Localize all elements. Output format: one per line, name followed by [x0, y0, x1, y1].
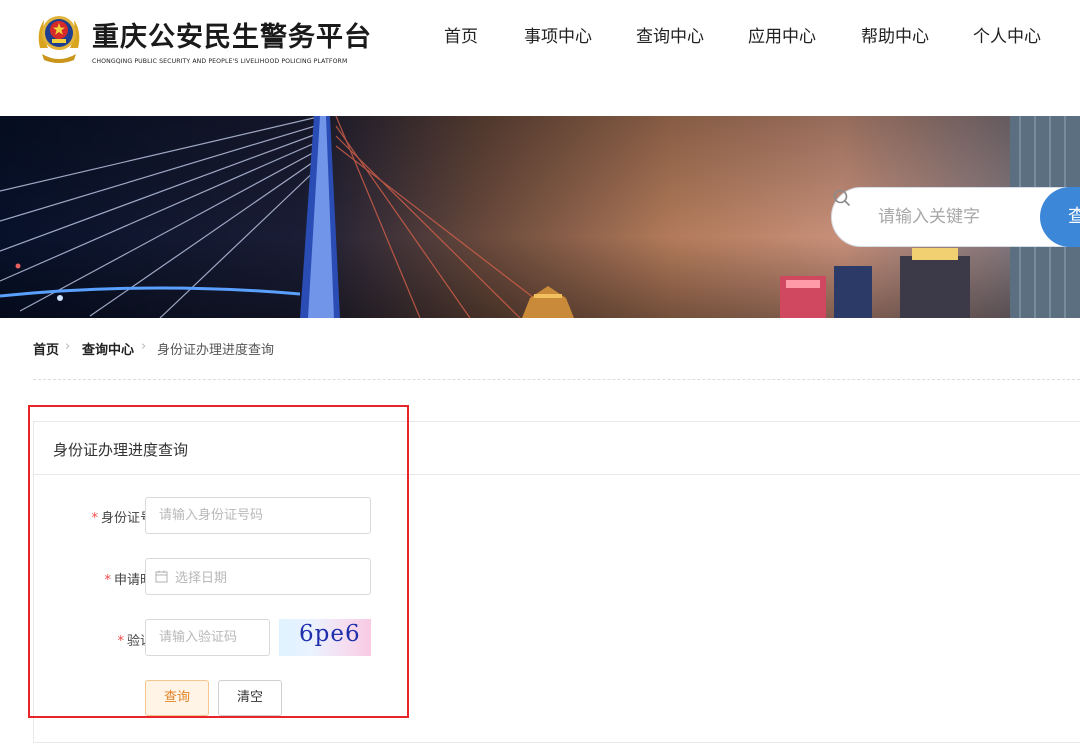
calendar-icon: [155, 570, 168, 583]
captcha-image[interactable]: 6pe6: [279, 619, 371, 656]
required-mark: *: [117, 634, 124, 649]
platform-subtitle: CHONGQING PUBLIC SECURITY AND PEOPLE'S L…: [92, 58, 348, 65]
captcha-text: 6pe6: [299, 621, 361, 647]
nav-help-center[interactable]: 帮助中心: [861, 22, 929, 47]
breadcrumb-home[interactable]: 首页: [33, 339, 59, 358]
chevron-right-icon: ›: [65, 339, 71, 354]
nav-personal-center[interactable]: 个人中心: [973, 22, 1041, 47]
card-header: 身份证办理进度查询: [34, 422, 1080, 475]
form-row-id: * 身份证号码: [34, 496, 434, 536]
breadcrumb-query-center[interactable]: 查询中心: [82, 339, 134, 358]
nav-application-center[interactable]: 应用中心: [748, 22, 816, 47]
required-mark: *: [91, 511, 98, 526]
query-button[interactable]: 查询: [145, 680, 209, 716]
captcha-input[interactable]: [145, 619, 270, 656]
form-row-captcha: *验证码 6pe6: [34, 619, 434, 659]
nav-matters-center[interactable]: 事项中心: [524, 22, 592, 47]
form-row-date: * 申请时间: [34, 558, 434, 598]
divider: [33, 379, 1080, 380]
id-number-input[interactable]: [145, 497, 371, 534]
site-header: 重庆公安民生警务平台 CHONGQING PUBLIC SECURITY AND…: [0, 0, 1080, 116]
card-title: 身份证办理进度查询: [53, 441, 189, 459]
chevron-right-icon: ›: [141, 339, 147, 354]
nav-query-center[interactable]: 查询中心: [636, 22, 704, 47]
date-picker[interactable]: [145, 558, 371, 595]
required-mark: *: [104, 573, 111, 588]
clear-button[interactable]: 清空: [218, 680, 282, 716]
main-nav: 首页 事项中心 查询中心 应用中心 帮助中心 个人中心: [0, 22, 1080, 47]
search-input[interactable]: [876, 202, 1030, 232]
date-input[interactable]: [173, 565, 357, 591]
hero-banner: 查询: [0, 116, 1080, 318]
query-card: 身份证办理进度查询 *身份证号码 *申请时间 *验证码 6pe6 查询 清空: [33, 421, 1080, 743]
search-icon: [833, 189, 851, 207]
nav-home[interactable]: 首页: [444, 22, 478, 47]
breadcrumb-current: 身份证办理进度查询: [157, 343, 275, 358]
